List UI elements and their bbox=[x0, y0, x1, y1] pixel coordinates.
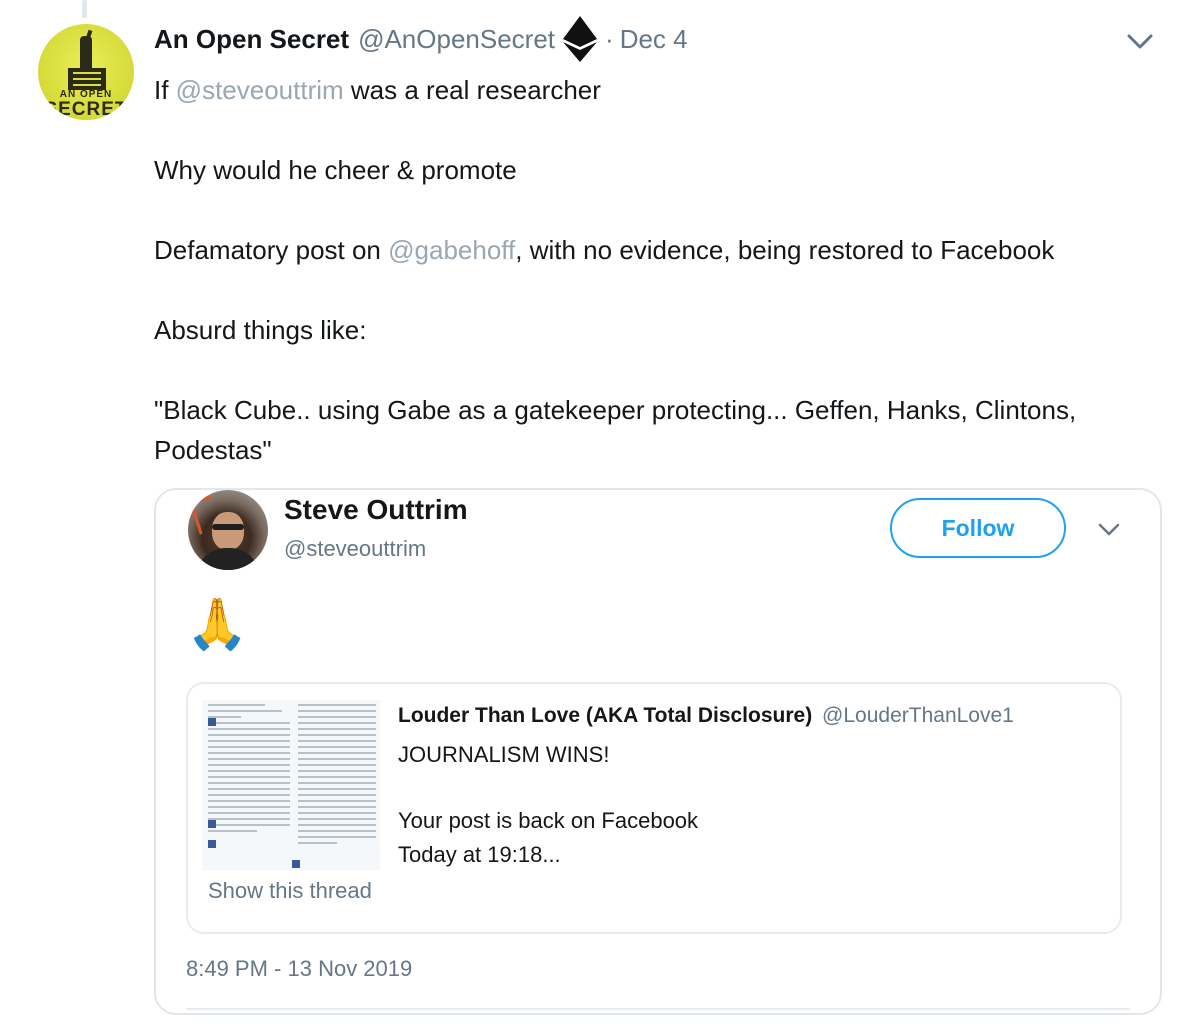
tweet-line-4: Absurd things like: bbox=[154, 315, 367, 345]
avatar-shirt bbox=[196, 548, 260, 570]
tweet-text: If @steveouttrim was a real researcher W… bbox=[154, 70, 1174, 470]
quoted-author-name[interactable]: Louder Than Love (AKA Total Disclosure) bbox=[398, 704, 812, 727]
mention-link-steveouttrim[interactable]: @steveouttrim bbox=[176, 75, 344, 105]
follow-button[interactable]: Follow bbox=[890, 498, 1066, 558]
tweet-line-3: Defamatory post on @gabehoff, with no ev… bbox=[154, 230, 1174, 270]
author-handle[interactable]: @AnOpenSecret bbox=[358, 24, 555, 55]
author-name[interactable]: An Open Secret bbox=[154, 24, 349, 55]
avatar-logo-text: AN OPEN SECRET bbox=[38, 90, 134, 120]
quoted-tweet-thumbnail[interactable] bbox=[202, 700, 380, 870]
text-fragment: was a real researcher bbox=[343, 75, 601, 105]
quoted-author-handle[interactable]: @LouderThanLove1 bbox=[822, 704, 1014, 727]
tweet-line-5: "Black Cube.. using Gabe as a gatekeeper… bbox=[154, 395, 1077, 465]
chevron-down-icon[interactable] bbox=[1124, 28, 1156, 54]
header-separator: · bbox=[605, 23, 614, 54]
text-fragment: If bbox=[154, 75, 176, 105]
tweet-line-1: If @steveouttrim was a real researcher bbox=[154, 70, 1174, 110]
embedded-tweet-card[interactable]: Steve Outtrim @steveouttrim Follow 🙏 Sho… bbox=[154, 488, 1162, 1015]
tweet-header: An Open Secret @AnOpenSecret · Dec 4 bbox=[154, 16, 688, 62]
divider bbox=[186, 1008, 1130, 1010]
chevron-down-icon[interactable] bbox=[1096, 518, 1122, 540]
quoted-tweet-card[interactable]: Show this thread Louder Than Love (AKA T… bbox=[186, 682, 1122, 934]
tweet-line-2: Why would he cheer & promote bbox=[154, 155, 517, 185]
mention-link-gabehoff[interactable]: @gabehoff bbox=[388, 235, 515, 265]
avatar-plinth bbox=[68, 68, 106, 90]
embedded-timestamp[interactable]: 8:49 PM - 13 Nov 2019 bbox=[186, 956, 412, 982]
text-fragment: Defamatory post on bbox=[154, 235, 389, 265]
quoted-text-line-3: Today at 19:18... bbox=[398, 842, 561, 867]
quoted-text-line-2: Your post is back on Facebook bbox=[398, 808, 699, 833]
folded-hands-emoji: 🙏 bbox=[186, 596, 249, 652]
text-fragment: , with no evidence, being restored to Fa… bbox=[515, 235, 1055, 265]
ethereum-icon bbox=[563, 16, 598, 62]
embedded-author-avatar[interactable] bbox=[188, 490, 268, 570]
tweet-date[interactable]: Dec 4 bbox=[620, 24, 688, 55]
avatar-logo-line2: SECRET bbox=[44, 99, 128, 120]
avatar-statue bbox=[80, 36, 92, 70]
show-thread-link[interactable]: Show this thread bbox=[208, 878, 372, 904]
avatar-face bbox=[212, 512, 244, 550]
thread-connector-line bbox=[82, 0, 87, 18]
embedded-author-handle[interactable]: @steveouttrim bbox=[284, 536, 426, 562]
author-avatar[interactable]: AN OPEN SECRET bbox=[38, 24, 134, 120]
avatar-glasses bbox=[212, 524, 244, 530]
quoted-author[interactable]: Louder Than Love (AKA Total Disclosure) … bbox=[398, 704, 1014, 728]
embedded-author-name[interactable]: Steve Outtrim bbox=[284, 494, 468, 526]
quoted-text-line-1: JOURNALISM WINS! bbox=[398, 742, 610, 767]
